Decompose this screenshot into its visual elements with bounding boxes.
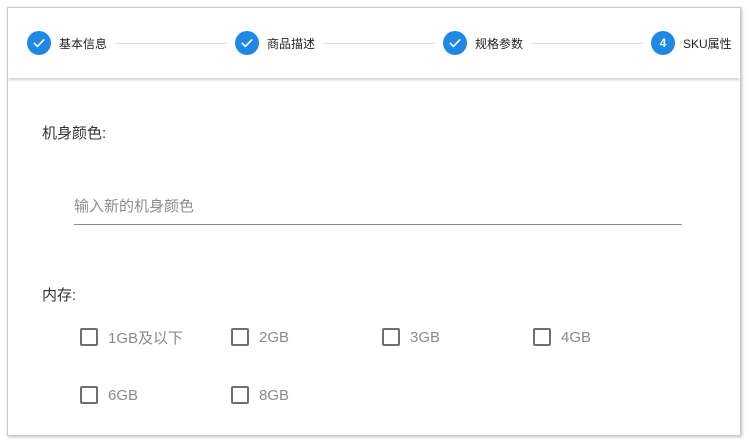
memory-label: 内存:: [42, 287, 77, 304]
step-number-badge: 4: [651, 31, 675, 55]
step-product-description[interactable]: 商品描述: [235, 31, 315, 55]
checkbox[interactable]: [80, 328, 98, 346]
checkbox-label: 3GB: [410, 328, 441, 346]
checkbox[interactable]: [231, 386, 249, 404]
memory-option-3gb[interactable]: 3GB: [382, 327, 440, 347]
step-spec-params[interactable]: 规格参数: [443, 31, 523, 55]
step-label: 基本信息: [59, 36, 108, 51]
step-label: SKU属性: [683, 36, 732, 51]
step-sku-attributes[interactable]: 4 SKU属性: [651, 31, 732, 55]
step-basic-info[interactable]: 基本信息: [27, 31, 107, 55]
memory-option-6gb[interactable]: 6GB: [80, 385, 138, 405]
new-color-input[interactable]: [74, 192, 682, 220]
memory-option-2gb[interactable]: 2GB: [231, 327, 289, 347]
step-label: 规格参数: [475, 36, 524, 51]
memory-option-4gb[interactable]: 4GB: [533, 327, 591, 347]
checkbox[interactable]: [533, 328, 551, 346]
checkbox-label: 2GB: [259, 328, 290, 346]
sku-form-panel: 基本信息 商品描述 规格参数 4 SKU属性 机身颜色: 内存: 1GB及以下: [7, 7, 741, 436]
stepper-header: 基本信息 商品描述 规格参数 4 SKU属性: [8, 8, 740, 78]
checkbox-label: 4GB: [561, 328, 592, 346]
body-color-label: 机身颜色:: [42, 125, 107, 142]
checkbox[interactable]: [231, 328, 249, 346]
checkbox-label: 1GB及以下: [108, 329, 184, 347]
check-icon: [27, 31, 51, 55]
memory-option-1gb-or-less[interactable]: 1GB及以下: [80, 327, 183, 347]
new-color-field: [74, 192, 682, 225]
step-label: 商品描述: [267, 36, 316, 51]
step-connector: [532, 43, 644, 44]
step-connector: [324, 43, 436, 44]
memory-option-8gb[interactable]: 8GB: [231, 385, 289, 405]
checkbox-label: 8GB: [259, 386, 290, 404]
check-icon: [235, 31, 259, 55]
step-connector: [116, 43, 228, 44]
checkbox[interactable]: [382, 328, 400, 346]
checkbox-label: 6GB: [108, 386, 139, 404]
checkbox[interactable]: [80, 386, 98, 404]
check-icon: [443, 31, 467, 55]
